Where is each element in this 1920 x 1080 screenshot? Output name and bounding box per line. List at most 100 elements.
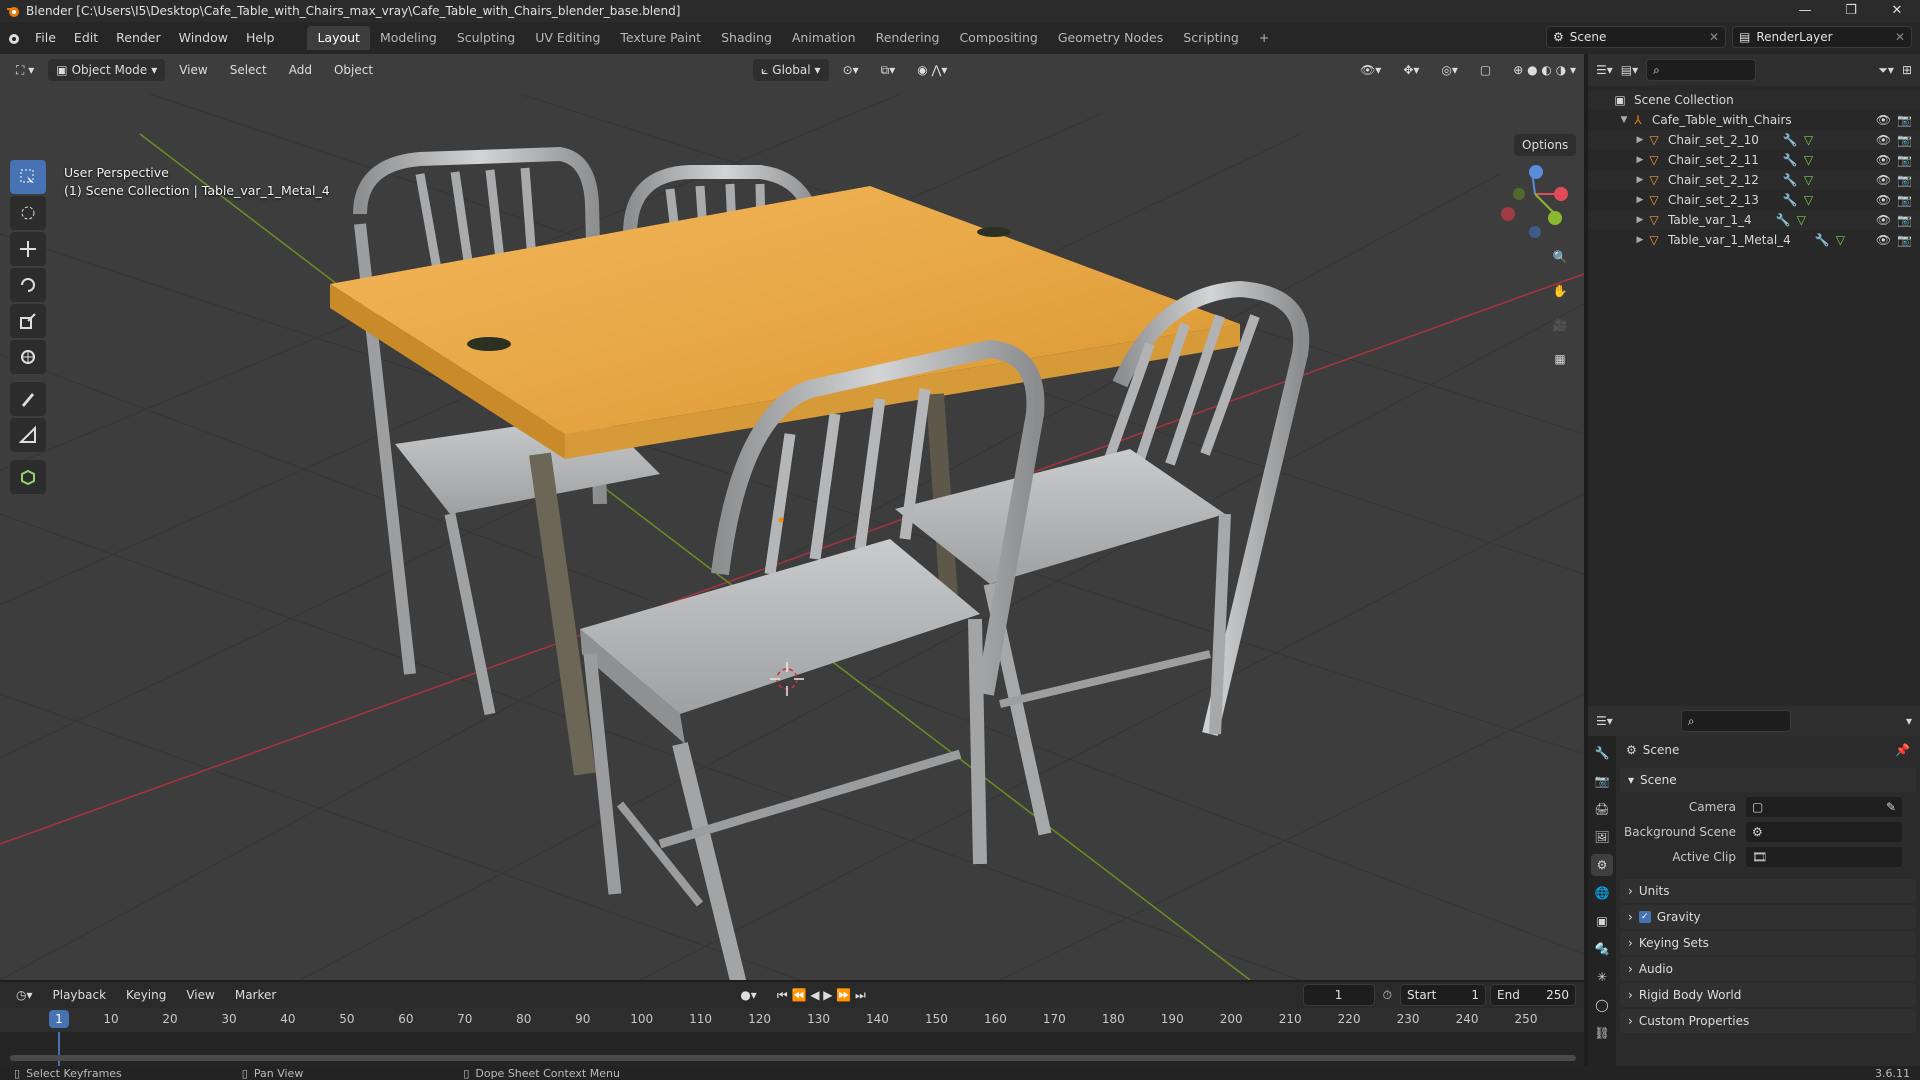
active-clip-field[interactable]: 🎞 bbox=[1746, 846, 1902, 867]
tab-sculpting[interactable]: Sculpting bbox=[447, 26, 525, 50]
transform-orientation[interactable]: ⟀ Global ▾ bbox=[753, 59, 829, 81]
outliner-item[interactable]: ▶ ▽ Table_var_1_Metal_4 🔧 ▽ 👁 📷 bbox=[1588, 230, 1920, 250]
menu-file[interactable]: File bbox=[26, 26, 65, 50]
properties-search-input[interactable]: ⌕ bbox=[1680, 710, 1791, 732]
scene-tab-icon[interactable]: ⚙ bbox=[1591, 854, 1613, 876]
custom-properties-section[interactable]: › Custom Properties bbox=[1620, 1009, 1916, 1033]
camera-icon[interactable]: 📷 bbox=[1897, 213, 1912, 227]
scene-panel-header[interactable]: ▾ Scene bbox=[1620, 768, 1916, 792]
viewport-menu-object[interactable]: Object bbox=[326, 59, 381, 81]
outliner-item[interactable]: ▶ ▽ Chair_set_2_11 🔧 ▽ 👁 📷 bbox=[1588, 150, 1920, 170]
pin-icon[interactable]: 📌 bbox=[1895, 743, 1910, 757]
eye-icon[interactable]: 👁 bbox=[1876, 133, 1891, 147]
measure-tool[interactable] bbox=[10, 418, 46, 452]
gizmo-icon[interactable]: ✥▾ bbox=[1395, 59, 1427, 81]
outliner-collection[interactable]: ▼ ⅄ Cafe_Table_with_Chairs 👁 📷 bbox=[1588, 110, 1920, 130]
chevron-down-icon[interactable]: ▾ bbox=[1906, 714, 1912, 728]
tab-scripting[interactable]: Scripting bbox=[1173, 26, 1249, 50]
outliner-item[interactable]: ▶ ▽ Table_var_1_4 🔧 ▽ 👁 📷 bbox=[1588, 210, 1920, 230]
rotate-tool[interactable] bbox=[10, 268, 46, 302]
menu-window[interactable]: Window bbox=[170, 26, 237, 50]
zoom-icon[interactable]: 🔍 bbox=[1546, 244, 1574, 270]
gravity-section[interactable]: › ✓ Gravity bbox=[1620, 905, 1916, 929]
timeline-ruler[interactable]: 10 20 30 40 50 60 70 80 90 100 110 120 130 140 150 160 1… bbox=[0, 1008, 1584, 1032]
tab-shading[interactable]: Shading bbox=[711, 26, 782, 50]
scale-tool[interactable] bbox=[10, 304, 46, 338]
viewport-menu-view[interactable]: View bbox=[171, 59, 215, 81]
outliner-editor-icon[interactable]: ☰▾ bbox=[1596, 63, 1613, 77]
scene-close-icon[interactable]: ✕ bbox=[1709, 27, 1719, 47]
scene-selector[interactable]: ⚙ Scene ✕ bbox=[1546, 26, 1726, 48]
camera-icon[interactable]: 📷 bbox=[1897, 153, 1912, 167]
tab-modeling[interactable]: Modeling bbox=[370, 26, 447, 50]
end-frame-field[interactable]: End 250 bbox=[1490, 984, 1576, 1006]
eye-icon[interactable]: 👁 bbox=[1876, 173, 1891, 187]
eye-icon[interactable]: 👁 bbox=[1876, 113, 1891, 127]
particles-tab-icon[interactable]: ✳ bbox=[1591, 966, 1613, 988]
object-tab-icon[interactable]: ▣ bbox=[1591, 910, 1613, 932]
expand-arrow-icon[interactable]: ▶ bbox=[1634, 235, 1646, 245]
current-frame-field[interactable]: 1 bbox=[1302, 984, 1375, 1006]
expand-arrow-icon[interactable]: ▶ bbox=[1634, 215, 1646, 225]
camera-view-icon[interactable]: 🎥 bbox=[1546, 312, 1574, 338]
eye-icon[interactable]: 👁 bbox=[1876, 213, 1891, 227]
menu-render[interactable]: Render bbox=[107, 26, 170, 50]
modifier-tab-icon[interactable]: 🔩 bbox=[1591, 938, 1613, 960]
timeline-menu-marker[interactable]: Marker bbox=[227, 984, 284, 1006]
timeline-scrollbar[interactable] bbox=[10, 1055, 1576, 1061]
output-tab-icon[interactable]: 🖨 bbox=[1591, 798, 1613, 820]
minimize-button[interactable]: — bbox=[1782, 0, 1828, 22]
outliner-search-input[interactable]: ⌕ bbox=[1646, 59, 1757, 81]
record-button[interactable]: ●▾ bbox=[732, 984, 765, 1006]
menu-help[interactable]: Help bbox=[237, 26, 284, 50]
snap-icon[interactable]: ⧉▾ bbox=[873, 59, 904, 81]
tab-animation[interactable]: Animation bbox=[782, 26, 866, 50]
blender-menu-icon[interactable] bbox=[0, 31, 26, 45]
gravity-checkbox[interactable]: ✓ bbox=[1638, 911, 1651, 923]
add-cube-tool[interactable] bbox=[10, 460, 46, 494]
visibility-icon[interactable]: 👁▾ bbox=[1352, 59, 1389, 81]
timeline-body[interactable] bbox=[0, 1032, 1584, 1066]
camera-field[interactable]: ▢ ✎ bbox=[1746, 796, 1902, 817]
outliner-item[interactable]: ▶ ▽ Chair_set_2_10 🔧 ▽ 👁 📷 bbox=[1588, 130, 1920, 150]
render-tab-icon[interactable]: 📷 bbox=[1591, 770, 1613, 792]
background-scene-field[interactable]: ⚙ bbox=[1746, 821, 1902, 842]
select-box-tool[interactable] bbox=[10, 160, 46, 194]
tab-uv-editing[interactable]: UV Editing bbox=[525, 26, 610, 50]
3d-viewport[interactable]: ⛶ ▾ ▣ Object Mode ▾ View Select Add Obje… bbox=[0, 54, 1584, 980]
annotate-tool[interactable] bbox=[10, 382, 46, 416]
units-section[interactable]: › Units bbox=[1620, 879, 1916, 903]
proportional-edit-icon[interactable]: ◉ ⋀▾ bbox=[909, 59, 955, 81]
eyedropper-icon[interactable]: ✎ bbox=[1886, 800, 1896, 814]
expand-arrow-icon[interactable]: ▶ bbox=[1634, 155, 1646, 165]
expand-arrow-icon[interactable]: ▶ bbox=[1634, 135, 1646, 145]
view-layer-tab-icon[interactable]: 🖼 bbox=[1591, 826, 1613, 848]
shading-mode-icons[interactable]: ⊕ ● ◐ ◑ ▾ bbox=[1505, 59, 1584, 81]
constraints-tab-icon[interactable]: ⛓ bbox=[1591, 1022, 1613, 1044]
current-frame-marker[interactable]: 1 bbox=[49, 1010, 69, 1028]
tab-geometry-nodes[interactable]: Geometry Nodes bbox=[1048, 26, 1173, 50]
expand-arrow-icon[interactable]: ▶ bbox=[1634, 195, 1646, 205]
tab-texture-paint[interactable]: Texture Paint bbox=[610, 26, 711, 50]
expand-arrow-icon[interactable]: ▼ bbox=[1618, 115, 1630, 125]
expand-arrow-icon[interactable]: ▶ bbox=[1634, 175, 1646, 185]
camera-icon[interactable]: 📷 bbox=[1897, 133, 1912, 147]
cursor-tool[interactable] bbox=[10, 196, 46, 230]
world-tab-icon[interactable]: 🌐 bbox=[1591, 882, 1613, 904]
pivot-point-icon[interactable]: ⊙▾ bbox=[835, 59, 867, 81]
playback-controls[interactable]: ⏮ ⏪ ◀ ▶ ⏩ ⏭ bbox=[769, 984, 874, 1006]
keying-sets-section[interactable]: › Keying Sets bbox=[1620, 931, 1916, 955]
eye-icon[interactable]: 👁 bbox=[1876, 193, 1891, 207]
viewport-menu-select[interactable]: Select bbox=[222, 59, 275, 81]
eye-icon[interactable]: 👁 bbox=[1876, 233, 1891, 247]
timeline-menu-keying[interactable]: Keying bbox=[118, 984, 174, 1006]
camera-icon[interactable]: 📷 bbox=[1897, 193, 1912, 207]
mode-selector[interactable]: ▣ Object Mode ▾ bbox=[48, 59, 166, 81]
outliner-item[interactable]: ▶ ▽ Chair_set_2_13 🔧 ▽ 👁 📷 bbox=[1588, 190, 1920, 210]
menu-edit[interactable]: Edit bbox=[65, 26, 107, 50]
timeline-menu-view[interactable]: View bbox=[178, 984, 222, 1006]
transform-tool[interactable] bbox=[10, 340, 46, 374]
pan-hand-icon[interactable]: ✋ bbox=[1546, 278, 1574, 304]
overlay-icon[interactable]: ◎▾ bbox=[1433, 59, 1466, 81]
audio-section[interactable]: › Audio bbox=[1620, 957, 1916, 981]
